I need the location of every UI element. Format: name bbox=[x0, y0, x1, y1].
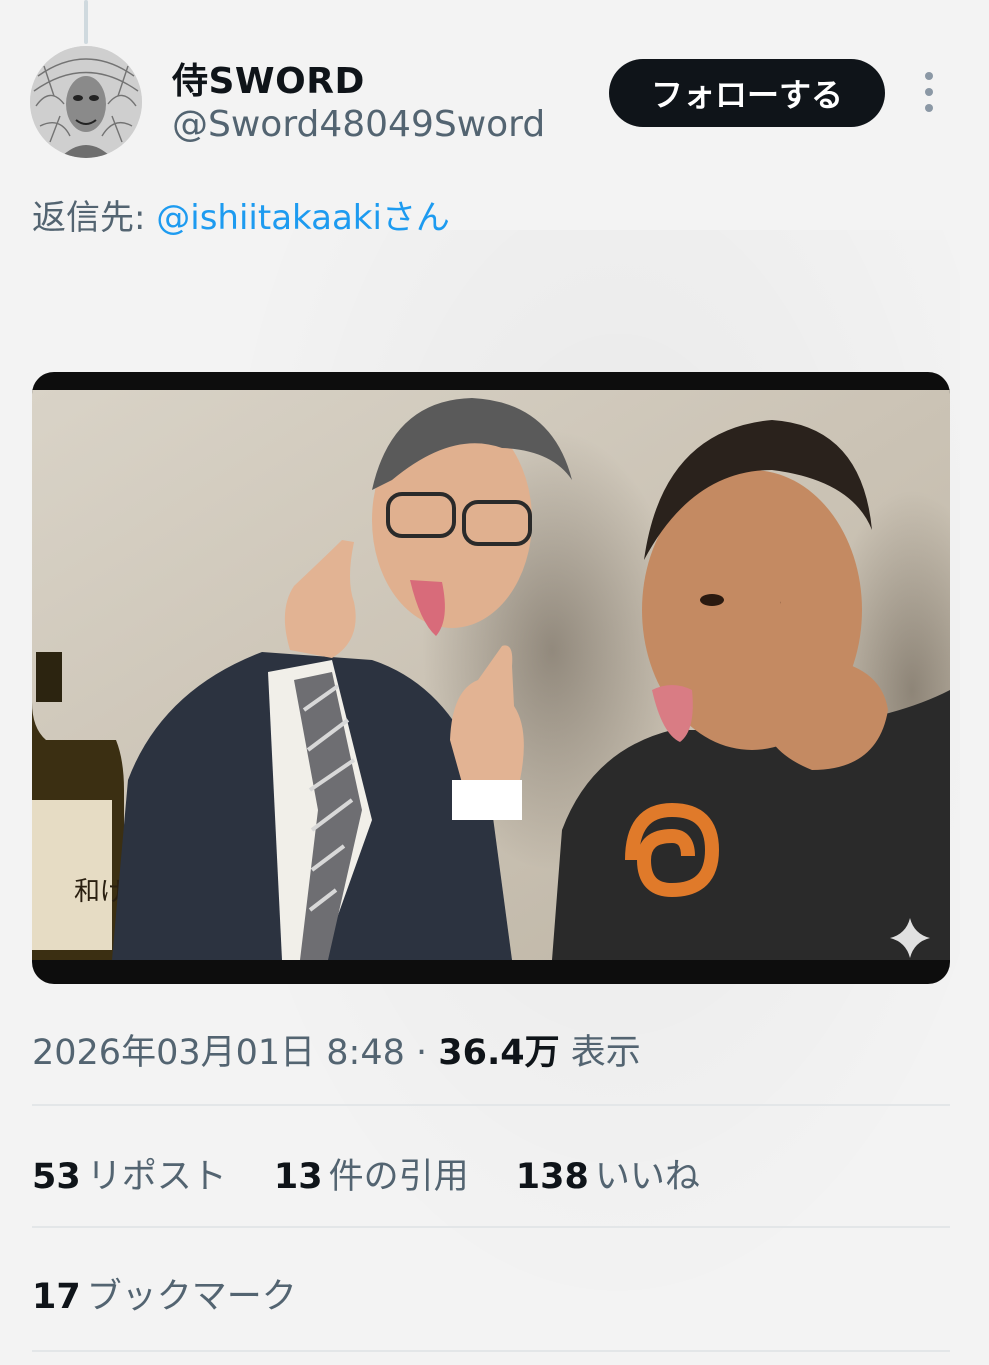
tweet-meta: 2026年03月01日 8:48 · 36.4万 表示 bbox=[32, 1024, 641, 1075]
quotes-label: 件の引用 bbox=[328, 1157, 469, 1197]
tweet-media-photo[interactable]: 和げ bbox=[32, 372, 950, 984]
likes-stat[interactable]: 138 いいね bbox=[516, 1148, 700, 1199]
more-dot bbox=[925, 104, 933, 112]
divider bbox=[32, 1350, 950, 1352]
reply-prefix: 返信先: bbox=[32, 198, 157, 238]
avatar[interactable] bbox=[30, 46, 142, 158]
likes-count: 138 bbox=[515, 1157, 589, 1197]
reposts-count: 53 bbox=[32, 1157, 81, 1197]
divider bbox=[32, 1226, 950, 1228]
reposts-stat[interactable]: 53 リポスト bbox=[32, 1148, 227, 1199]
follow-button[interactable]: フォローする bbox=[609, 59, 885, 127]
views-count: 36.4万 bbox=[438, 1033, 560, 1073]
replying-to: 返信先: @ishiitakaakiさん bbox=[32, 190, 450, 239]
more-vertical-icon[interactable] bbox=[918, 72, 940, 112]
photo: 和げ bbox=[32, 390, 950, 960]
divider bbox=[32, 1104, 950, 1106]
meta-separator: · bbox=[404, 1033, 439, 1073]
reposts-label: リポスト bbox=[86, 1157, 227, 1197]
author-display-name[interactable]: 侍SWORD bbox=[172, 52, 365, 104]
engagement-stats: 53 リポスト 13 件の引用 138 いいね bbox=[32, 1148, 736, 1199]
more-dot bbox=[925, 88, 933, 96]
author-handle[interactable]: @Sword48049Sword bbox=[172, 104, 545, 145]
quotes-stat[interactable]: 13 件の引用 bbox=[274, 1148, 469, 1199]
bookmarks-stat[interactable]: 17 ブックマーク bbox=[32, 1268, 297, 1319]
bookmarks-label: ブックマーク bbox=[86, 1277, 297, 1317]
tweet-datetime[interactable]: 2026年03月01日 8:48 bbox=[32, 1033, 405, 1073]
thread-connector-line bbox=[84, 0, 88, 44]
reply-mention-link[interactable]: @ishiitakaaki bbox=[156, 198, 382, 238]
likes-label: いいね bbox=[594, 1157, 700, 1197]
bookmarks-count: 17 bbox=[32, 1277, 81, 1317]
reply-suffix[interactable]: さん bbox=[382, 198, 450, 238]
more-dot bbox=[925, 72, 933, 80]
avatar-image bbox=[30, 46, 142, 158]
views-label: 表示 bbox=[559, 1033, 641, 1073]
quotes-count: 13 bbox=[273, 1157, 323, 1197]
